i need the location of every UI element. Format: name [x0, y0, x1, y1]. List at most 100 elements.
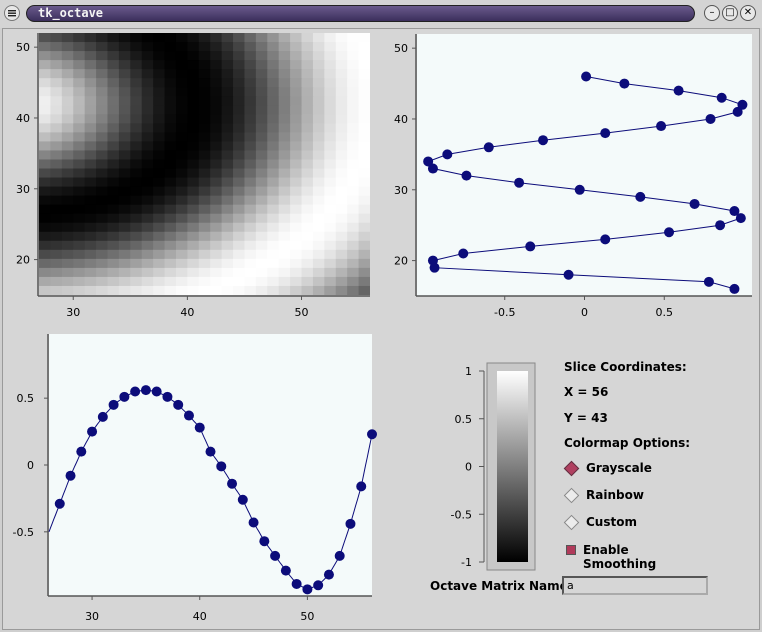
slice-x-plot[interactable]: 30 40 50 0.5 0 -0.5: [0, 330, 380, 630]
heatmap-cell: [118, 222, 131, 233]
heatmap-cell: [335, 78, 348, 88]
heatmap-cell: [335, 69, 348, 79]
heatmap-cell: [221, 168, 234, 179]
heatmap-cell: [312, 222, 325, 233]
heatmap-cell: [73, 249, 86, 260]
heatmap-cell: [210, 123, 223, 133]
heatmap-cell: [347, 42, 360, 52]
heatmap-cell: [324, 60, 337, 70]
heatmap-cell: [50, 249, 63, 260]
heatmap-cell: [198, 267, 211, 278]
title-bar-handle[interactable]: [26, 5, 695, 22]
heatmap-cell: [73, 285, 86, 295]
rainbow-radio[interactable]: Rainbow: [562, 487, 672, 504]
heatmap-cell: [278, 267, 291, 278]
minimize-button[interactable]: –: [704, 5, 720, 21]
heatmap-cell: [267, 204, 280, 215]
heatmap-cell: [358, 204, 370, 215]
heatmap-cell: [301, 213, 314, 224]
heatmap-cell: [153, 60, 166, 70]
heatmap-cell: [73, 33, 86, 43]
heatmap-cell: [61, 51, 74, 61]
heatmap-cell: [301, 249, 314, 260]
heatmap-cell: [233, 258, 246, 269]
heatmap-cell: [141, 123, 154, 133]
heatmap-cell: [164, 249, 177, 260]
heatmap-cell: [347, 195, 360, 206]
heatmap-cell: [290, 258, 303, 269]
heatmap-cell: [255, 141, 268, 152]
close-button[interactable]: ✕: [740, 5, 756, 21]
radio-unselected-icon: [563, 487, 580, 504]
maximize-button[interactable]: □: [722, 5, 738, 21]
colorbar-tick-label: 0: [465, 461, 472, 474]
heatmap-cell: [198, 42, 211, 52]
heatmap-cell: [324, 87, 337, 97]
heatmap-cell: [221, 276, 234, 287]
heatmap-cell: [96, 96, 109, 106]
heatmap-cell: [267, 177, 280, 188]
heatmap-cell: [312, 51, 325, 61]
heatmap-cell: [312, 186, 325, 197]
heatmap-cell: [141, 159, 154, 170]
heatmap-cell: [301, 186, 314, 197]
heatmap-cell: [210, 60, 223, 70]
heatmap-cell: [221, 285, 234, 295]
heatmap-cell: [290, 105, 303, 115]
heatmap-cell: [210, 276, 223, 287]
heatmap-cell: [221, 51, 234, 61]
heatmap-cell: [73, 123, 86, 133]
custom-radio[interactable]: Custom: [562, 514, 672, 531]
heatmap-cell: [50, 276, 63, 287]
heatmap-cell: [141, 60, 154, 70]
data-point: [729, 206, 740, 217]
heatmap-cell: [198, 285, 211, 295]
heatmap-cell: [278, 213, 291, 224]
octave-matrix-name-input[interactable]: a: [562, 576, 708, 595]
heatmap-cell: [84, 195, 97, 206]
heatmap-cell: [324, 204, 337, 215]
heatmap-cell: [221, 78, 234, 88]
data-point: [54, 498, 65, 509]
heatmap-cell: [221, 60, 234, 70]
heatmap-cell: [335, 276, 348, 287]
heatmap-cell: [290, 249, 303, 260]
heatmap-cell: [164, 285, 177, 295]
data-point: [483, 142, 494, 153]
heatmap-cell: [244, 60, 257, 70]
heatmap-cell: [84, 78, 97, 88]
heatmap-cell: [324, 195, 337, 206]
grayscale-radio[interactable]: Grayscale: [562, 460, 672, 477]
heatmap-cell: [301, 285, 314, 295]
heatmap-cell: [210, 42, 223, 52]
heatmap-cell: [130, 276, 143, 287]
heatmap-cell: [278, 96, 291, 106]
data-point: [581, 71, 592, 82]
heatmap-cell: [233, 267, 246, 278]
heatmap-cell: [290, 78, 303, 88]
heatmap-cell: [153, 150, 166, 161]
window-menu-button[interactable]: [4, 5, 20, 21]
heatmap-plot[interactable]: 30 40 50 20 30 40 50: [0, 28, 380, 328]
heatmap-cell: [50, 96, 63, 106]
y-tick-label: 50: [394, 42, 408, 55]
heatmap-cell: [324, 168, 337, 179]
heatmap-cell: [130, 186, 143, 197]
heatmap-cell: [312, 123, 325, 133]
heatmap-cell: [118, 240, 131, 251]
heatmap-cell: [130, 177, 143, 188]
heatmap-cell: [324, 78, 337, 88]
heatmap-cell: [164, 168, 177, 179]
slice-y-plot[interactable]: -0.5 0 0.5 20 30 40 50: [380, 28, 762, 328]
heatmap-cell: [233, 240, 246, 251]
heatmap-cell: [267, 150, 280, 161]
data-point: [76, 446, 87, 457]
heatmap-cell: [164, 150, 177, 161]
heatmap-cell: [233, 204, 246, 215]
heatmap-cell: [267, 114, 280, 124]
heatmap-cell: [141, 249, 154, 260]
data-point: [737, 99, 748, 110]
colorbar-tick-label: 1: [465, 365, 472, 378]
heatmap-cell: [244, 33, 257, 43]
enable-smoothing-checkbox[interactable]: Enable Smoothing: [562, 543, 702, 571]
